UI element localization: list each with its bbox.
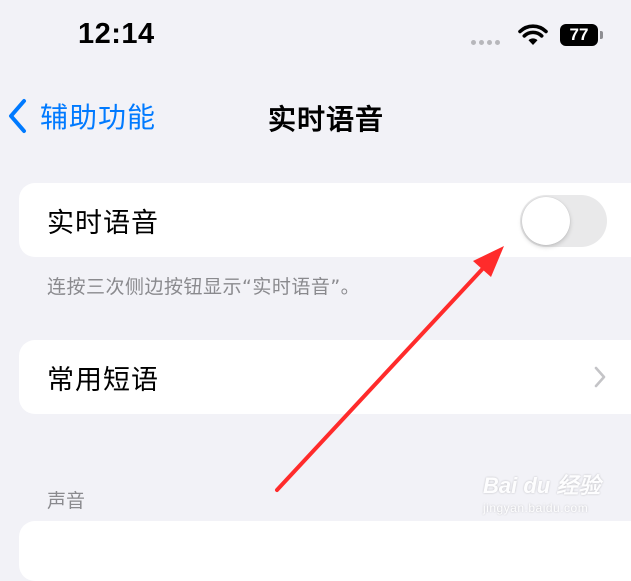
signal-dots-icon: [471, 40, 500, 45]
phrases-label: 常用短语: [47, 365, 159, 396]
phrases-row[interactable]: 常用短语: [19, 340, 631, 414]
sound-section-header: 声音: [47, 490, 86, 512]
live-speech-toggle[interactable]: [520, 195, 607, 247]
watermark-brand: Bai du 经验: [483, 473, 601, 498]
annotation-arrow: [275, 246, 504, 492]
live-speech-row: 实时语音: [19, 183, 631, 257]
watermark-url: jingyan.baidu.com: [483, 501, 589, 515]
wifi-icon: [518, 24, 548, 45]
baidu-watermark: Bai du 经验 jingyan.baidu.com: [483, 468, 600, 515]
sound-card[interactable]: [19, 521, 631, 581]
live-speech-footer: 连按三次侧边按钮显示“实时语音”。: [47, 276, 361, 298]
page-title: 实时语音: [267, 103, 384, 136]
chevron-right-icon: [594, 366, 606, 388]
status-time: 12:14: [78, 18, 155, 50]
live-speech-label: 实时语音: [47, 208, 159, 239]
battery-level: 77: [560, 24, 598, 46]
toggle-knob: [522, 197, 570, 245]
battery-icon: 77: [560, 24, 604, 46]
